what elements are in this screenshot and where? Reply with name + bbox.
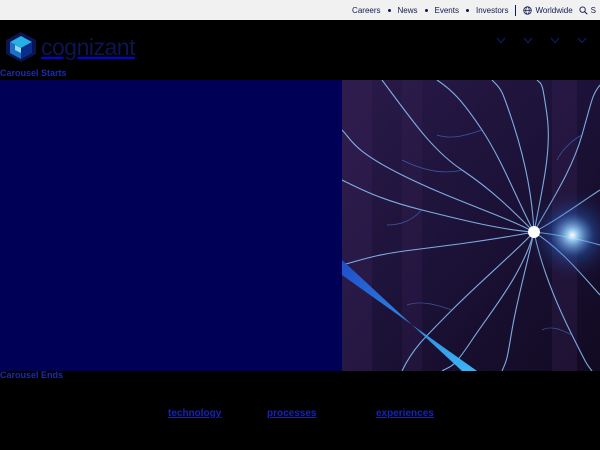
utility-divider bbox=[515, 4, 517, 16]
search-button[interactable]: S bbox=[579, 6, 596, 15]
separator-dot bbox=[465, 8, 469, 12]
search-label: S bbox=[590, 5, 596, 15]
logo-text: cognizant bbox=[41, 33, 135, 60]
cognizant-logo[interactable]: cognizant bbox=[4, 31, 135, 63]
region-selector[interactable]: Worldwide bbox=[523, 5, 573, 15]
utility-link-investors[interactable]: Investors bbox=[476, 6, 508, 15]
keyword-link-experiences[interactable]: experiences bbox=[376, 408, 434, 419]
hero-image-neural-network bbox=[342, 80, 600, 371]
utility-link-events[interactable]: Events bbox=[435, 6, 459, 15]
chevron-down-icon bbox=[577, 37, 587, 44]
utility-link-careers[interactable]: Careers bbox=[352, 6, 380, 15]
logo-mark-icon bbox=[6, 32, 36, 62]
chevron-down-icon bbox=[523, 37, 533, 44]
site-header: cognizant bbox=[0, 20, 600, 72]
search-icon bbox=[579, 5, 588, 15]
nav-item-2[interactable] bbox=[523, 37, 536, 44]
main-nav bbox=[482, 37, 590, 44]
hero-carousel bbox=[0, 80, 600, 371]
keyword-link-processes[interactable]: processes bbox=[267, 408, 316, 419]
separator-dot bbox=[387, 8, 391, 12]
nav-item-1[interactable] bbox=[496, 37, 509, 44]
chevron-down-icon bbox=[496, 37, 506, 44]
carousel-start-marker: Carousel Starts bbox=[0, 68, 67, 78]
utility-link-news[interactable]: News bbox=[398, 6, 418, 15]
utility-bar: Careers News Events Investors Worldwide … bbox=[0, 0, 600, 20]
nav-item-4[interactable] bbox=[577, 37, 590, 44]
keyword-row: technology processes experiences bbox=[0, 408, 600, 422]
region-label: Worldwide bbox=[535, 5, 573, 15]
keyword-link-technology[interactable]: technology bbox=[168, 408, 221, 419]
separator-dot bbox=[424, 8, 428, 12]
chevron-down-icon bbox=[550, 37, 560, 44]
nav-item-3[interactable] bbox=[550, 37, 563, 44]
carousel-end-marker: Carousel Ends bbox=[0, 370, 64, 380]
globe-icon bbox=[523, 5, 533, 15]
